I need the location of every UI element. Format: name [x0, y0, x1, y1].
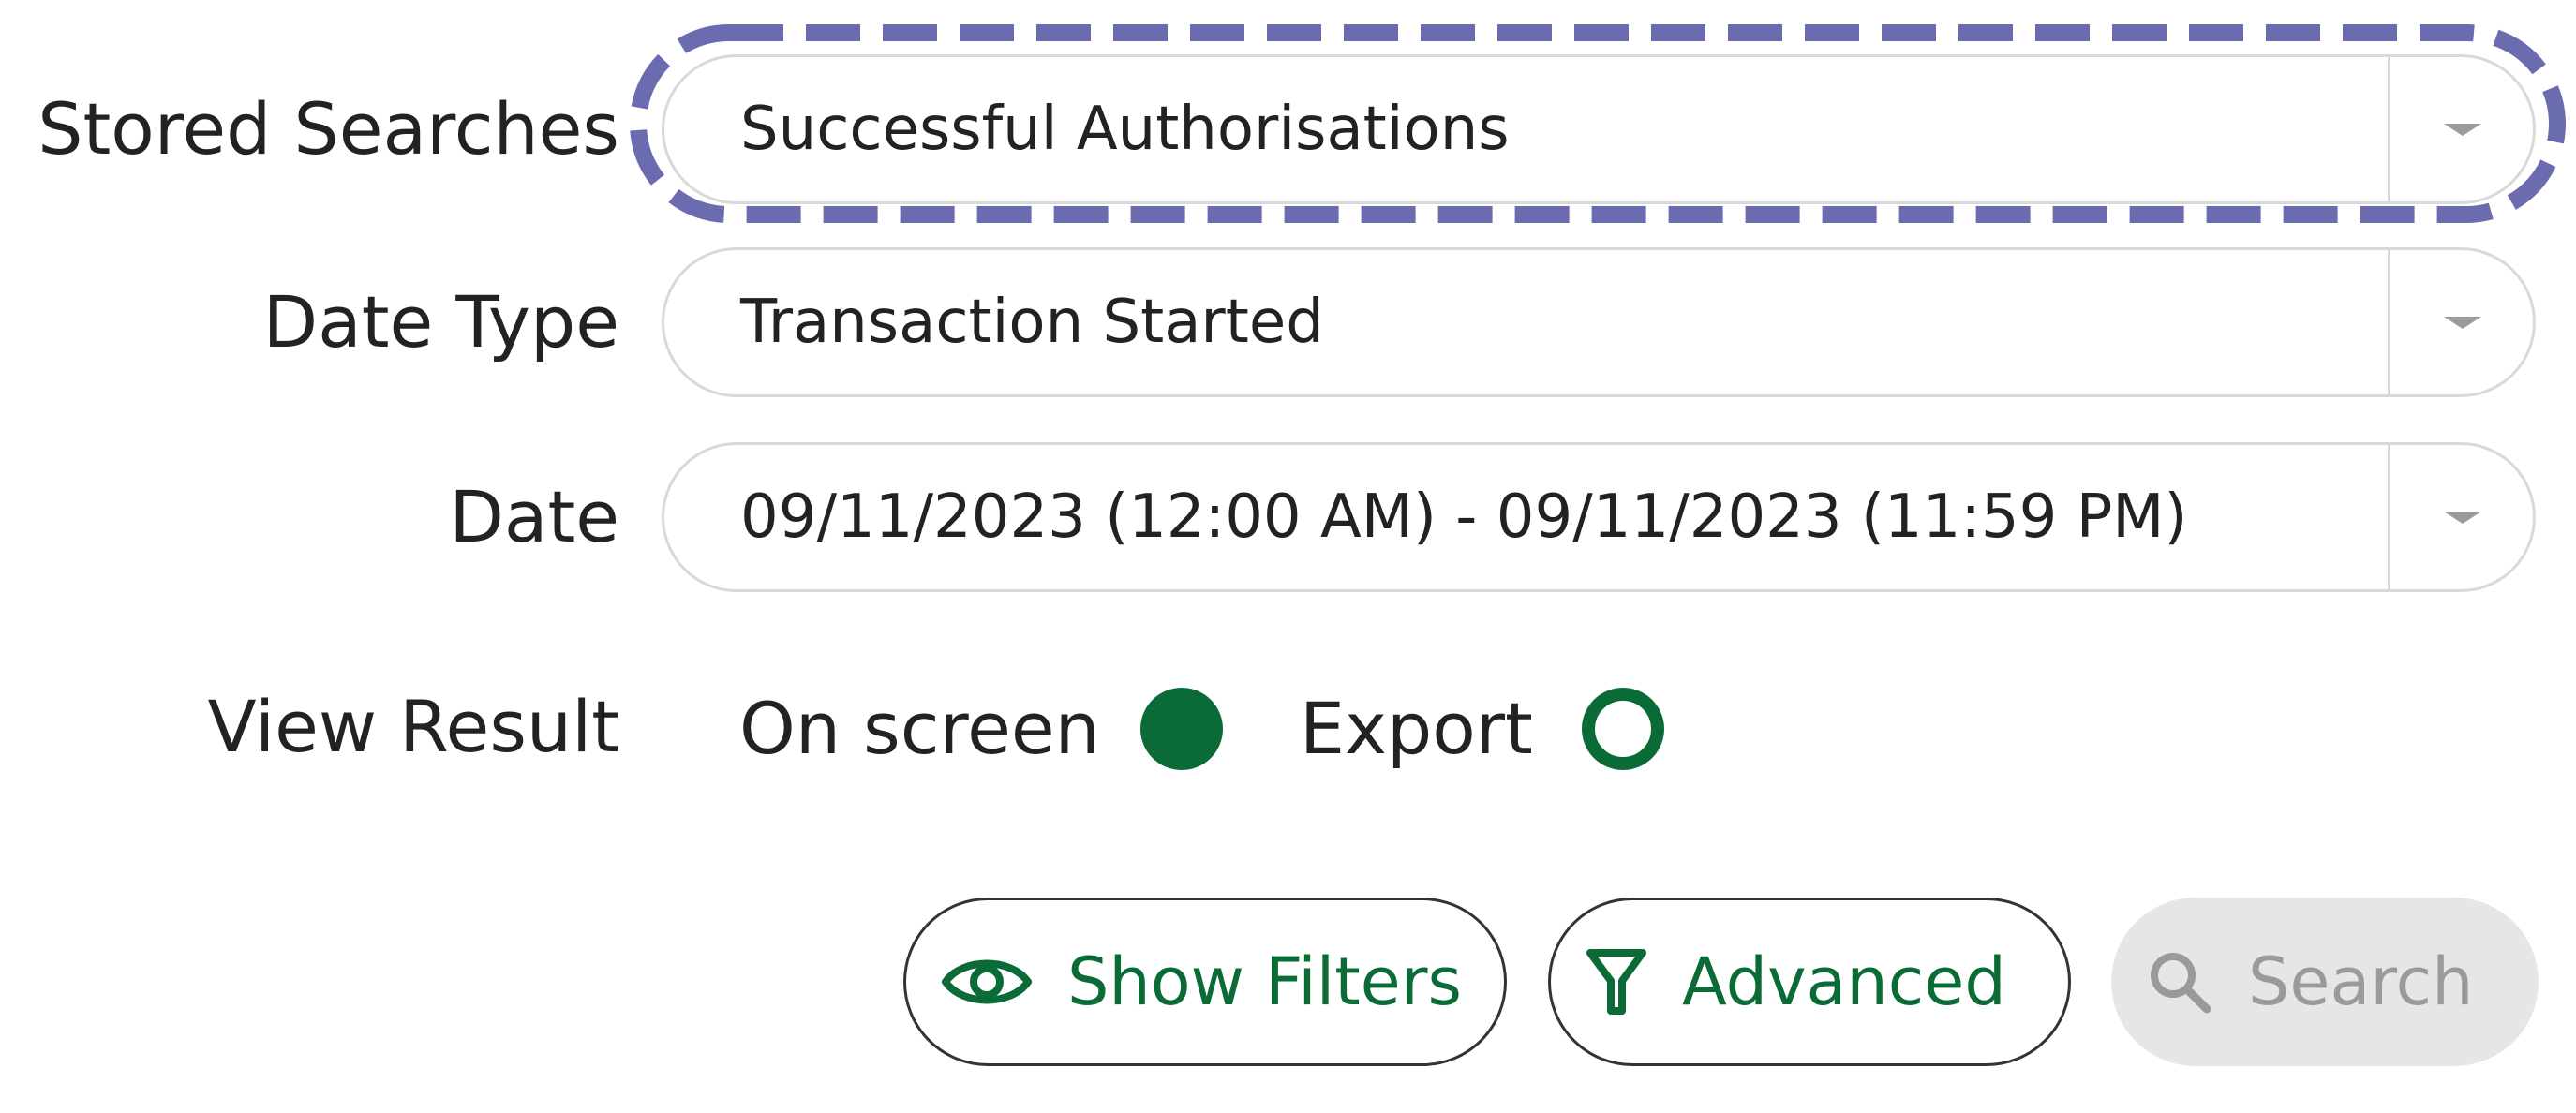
advanced-label: Advanced — [1682, 943, 2006, 1020]
view-result-label: View Result — [207, 685, 619, 768]
search-form: Stored Searches Successful Authorisation… — [0, 0, 2576, 1113]
search-icon — [2147, 949, 2212, 1015]
show-filters-label: Show Filters — [1067, 943, 1462, 1020]
date-type-dropdown[interactable]: Transaction Started — [662, 247, 2536, 397]
export-radio[interactable] — [1582, 688, 1664, 770]
eye-icon — [941, 954, 1033, 1010]
dropdown-divider — [2388, 445, 2390, 589]
chevron-down-icon[interactable] — [2444, 317, 2481, 329]
on-screen-radio[interactable] — [1140, 688, 1223, 770]
date-range-dropdown[interactable]: 09/11/2023 (12:00 AM) - 09/11/2023 (11:5… — [662, 442, 2536, 592]
stored-searches-label: Stored Searches — [37, 87, 619, 171]
search-button[interactable]: Search — [2111, 898, 2539, 1066]
advanced-button[interactable]: Advanced — [1548, 898, 2071, 1066]
date-range-value: 09/11/2023 (12:00 AM) - 09/11/2023 (11:5… — [740, 482, 2188, 552]
export-label[interactable]: Export — [1300, 693, 1533, 764]
show-filters-button[interactable]: Show Filters — [903, 898, 1507, 1066]
dropdown-divider — [2388, 250, 2390, 394]
highlight-outline — [630, 24, 2566, 223]
date-label: Date — [449, 475, 619, 558]
on-screen-label[interactable]: On screen — [739, 693, 1100, 764]
chevron-down-icon[interactable] — [2444, 512, 2481, 524]
date-type-label: Date Type — [262, 280, 619, 364]
search-label: Search — [2248, 943, 2474, 1020]
filter-icon — [1586, 949, 1646, 1015]
date-type-value: Transaction Started — [740, 288, 1324, 357]
